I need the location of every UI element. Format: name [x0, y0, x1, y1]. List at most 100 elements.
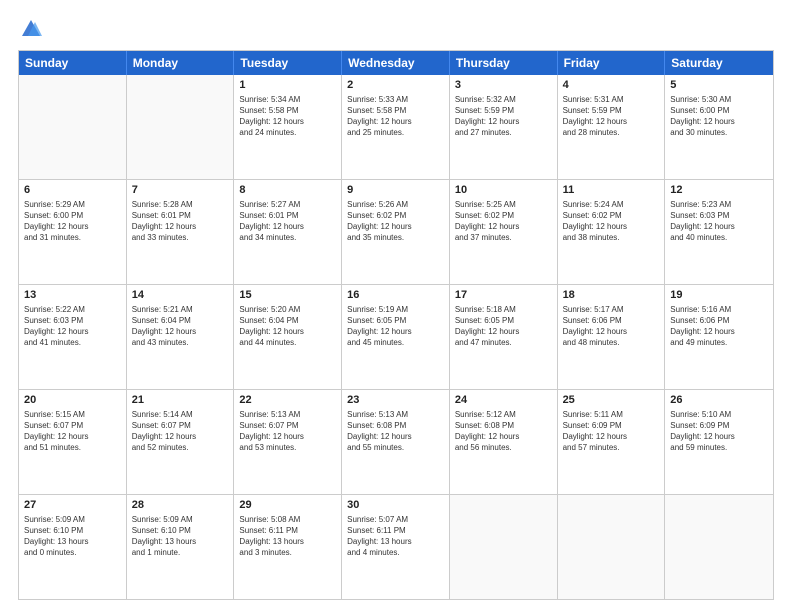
day-number: 19 — [670, 288, 768, 303]
cell-info: Sunrise: 5:13 AM Sunset: 6:07 PM Dayligh… — [239, 409, 336, 454]
cell-info: Sunrise: 5:22 AM Sunset: 6:03 PM Dayligh… — [24, 304, 121, 349]
day-number: 1 — [239, 78, 336, 93]
day-number: 12 — [670, 183, 768, 198]
week-row-2: 13Sunrise: 5:22 AM Sunset: 6:03 PM Dayli… — [19, 284, 773, 389]
cell-info: Sunrise: 5:34 AM Sunset: 5:58 PM Dayligh… — [239, 94, 336, 139]
cal-cell: 29Sunrise: 5:08 AM Sunset: 6:11 PM Dayli… — [234, 495, 342, 599]
cell-info: Sunrise: 5:15 AM Sunset: 6:07 PM Dayligh… — [24, 409, 121, 454]
cell-info: Sunrise: 5:13 AM Sunset: 6:08 PM Dayligh… — [347, 409, 444, 454]
cal-cell: 23Sunrise: 5:13 AM Sunset: 6:08 PM Dayli… — [342, 390, 450, 494]
day-number: 18 — [563, 288, 660, 303]
cal-cell: 10Sunrise: 5:25 AM Sunset: 6:02 PM Dayli… — [450, 180, 558, 284]
day-number: 28 — [132, 498, 229, 513]
cal-cell: 14Sunrise: 5:21 AM Sunset: 6:04 PM Dayli… — [127, 285, 235, 389]
cell-info: Sunrise: 5:17 AM Sunset: 6:06 PM Dayligh… — [563, 304, 660, 349]
cal-cell: 8Sunrise: 5:27 AM Sunset: 6:01 PM Daylig… — [234, 180, 342, 284]
day-number: 30 — [347, 498, 444, 513]
cell-info: Sunrise: 5:11 AM Sunset: 6:09 PM Dayligh… — [563, 409, 660, 454]
day-number: 14 — [132, 288, 229, 303]
day-number: 29 — [239, 498, 336, 513]
day-number: 24 — [455, 393, 552, 408]
day-number: 21 — [132, 393, 229, 408]
cal-cell: 22Sunrise: 5:13 AM Sunset: 6:07 PM Dayli… — [234, 390, 342, 494]
cell-info: Sunrise: 5:10 AM Sunset: 6:09 PM Dayligh… — [670, 409, 768, 454]
day-number: 8 — [239, 183, 336, 198]
cell-info: Sunrise: 5:26 AM Sunset: 6:02 PM Dayligh… — [347, 199, 444, 244]
cell-info: Sunrise: 5:30 AM Sunset: 6:00 PM Dayligh… — [670, 94, 768, 139]
day-number: 26 — [670, 393, 768, 408]
cell-info: Sunrise: 5:12 AM Sunset: 6:08 PM Dayligh… — [455, 409, 552, 454]
day-header-saturday: Saturday — [665, 51, 773, 75]
day-header-wednesday: Wednesday — [342, 51, 450, 75]
day-number: 13 — [24, 288, 121, 303]
cal-cell: 20Sunrise: 5:15 AM Sunset: 6:07 PM Dayli… — [19, 390, 127, 494]
cell-info: Sunrise: 5:19 AM Sunset: 6:05 PM Dayligh… — [347, 304, 444, 349]
calendar-header: SundayMondayTuesdayWednesdayThursdayFrid… — [19, 51, 773, 75]
cal-cell: 13Sunrise: 5:22 AM Sunset: 6:03 PM Dayli… — [19, 285, 127, 389]
cell-info: Sunrise: 5:32 AM Sunset: 5:59 PM Dayligh… — [455, 94, 552, 139]
cell-info: Sunrise: 5:16 AM Sunset: 6:06 PM Dayligh… — [670, 304, 768, 349]
day-number: 17 — [455, 288, 552, 303]
day-number: 2 — [347, 78, 444, 93]
day-header-thursday: Thursday — [450, 51, 558, 75]
cal-cell: 27Sunrise: 5:09 AM Sunset: 6:10 PM Dayli… — [19, 495, 127, 599]
day-header-monday: Monday — [127, 51, 235, 75]
day-number: 23 — [347, 393, 444, 408]
cell-info: Sunrise: 5:33 AM Sunset: 5:58 PM Dayligh… — [347, 94, 444, 139]
cell-info: Sunrise: 5:09 AM Sunset: 6:10 PM Dayligh… — [132, 514, 229, 559]
cell-info: Sunrise: 5:23 AM Sunset: 6:03 PM Dayligh… — [670, 199, 768, 244]
day-number: 20 — [24, 393, 121, 408]
cal-cell: 30Sunrise: 5:07 AM Sunset: 6:11 PM Dayli… — [342, 495, 450, 599]
cell-info: Sunrise: 5:14 AM Sunset: 6:07 PM Dayligh… — [132, 409, 229, 454]
cal-cell: 2Sunrise: 5:33 AM Sunset: 5:58 PM Daylig… — [342, 75, 450, 179]
cal-cell: 19Sunrise: 5:16 AM Sunset: 6:06 PM Dayli… — [665, 285, 773, 389]
cal-cell: 5Sunrise: 5:30 AM Sunset: 6:00 PM Daylig… — [665, 75, 773, 179]
cal-cell: 15Sunrise: 5:20 AM Sunset: 6:04 PM Dayli… — [234, 285, 342, 389]
day-number: 3 — [455, 78, 552, 93]
day-number: 16 — [347, 288, 444, 303]
cal-cell: 11Sunrise: 5:24 AM Sunset: 6:02 PM Dayli… — [558, 180, 666, 284]
day-number: 10 — [455, 183, 552, 198]
cell-info: Sunrise: 5:31 AM Sunset: 5:59 PM Dayligh… — [563, 94, 660, 139]
week-row-0: 1Sunrise: 5:34 AM Sunset: 5:58 PM Daylig… — [19, 75, 773, 179]
cell-info: Sunrise: 5:20 AM Sunset: 6:04 PM Dayligh… — [239, 304, 336, 349]
day-number: 9 — [347, 183, 444, 198]
cal-cell — [558, 495, 666, 599]
cell-info: Sunrise: 5:29 AM Sunset: 6:00 PM Dayligh… — [24, 199, 121, 244]
cal-cell: 6Sunrise: 5:29 AM Sunset: 6:00 PM Daylig… — [19, 180, 127, 284]
cal-cell: 9Sunrise: 5:26 AM Sunset: 6:02 PM Daylig… — [342, 180, 450, 284]
cell-info: Sunrise: 5:21 AM Sunset: 6:04 PM Dayligh… — [132, 304, 229, 349]
week-row-4: 27Sunrise: 5:09 AM Sunset: 6:10 PM Dayli… — [19, 494, 773, 599]
cal-cell: 12Sunrise: 5:23 AM Sunset: 6:03 PM Dayli… — [665, 180, 773, 284]
day-number: 15 — [239, 288, 336, 303]
cal-cell: 4Sunrise: 5:31 AM Sunset: 5:59 PM Daylig… — [558, 75, 666, 179]
cell-info: Sunrise: 5:07 AM Sunset: 6:11 PM Dayligh… — [347, 514, 444, 559]
calendar: SundayMondayTuesdayWednesdayThursdayFrid… — [18, 50, 774, 600]
cal-cell: 1Sunrise: 5:34 AM Sunset: 5:58 PM Daylig… — [234, 75, 342, 179]
cal-cell: 24Sunrise: 5:12 AM Sunset: 6:08 PM Dayli… — [450, 390, 558, 494]
week-row-3: 20Sunrise: 5:15 AM Sunset: 6:07 PM Dayli… — [19, 389, 773, 494]
day-header-friday: Friday — [558, 51, 666, 75]
cal-cell: 3Sunrise: 5:32 AM Sunset: 5:59 PM Daylig… — [450, 75, 558, 179]
cell-info: Sunrise: 5:09 AM Sunset: 6:10 PM Dayligh… — [24, 514, 121, 559]
week-row-1: 6Sunrise: 5:29 AM Sunset: 6:00 PM Daylig… — [19, 179, 773, 284]
cal-cell: 7Sunrise: 5:28 AM Sunset: 6:01 PM Daylig… — [127, 180, 235, 284]
cal-cell: 28Sunrise: 5:09 AM Sunset: 6:10 PM Dayli… — [127, 495, 235, 599]
cell-info: Sunrise: 5:18 AM Sunset: 6:05 PM Dayligh… — [455, 304, 552, 349]
cell-info: Sunrise: 5:27 AM Sunset: 6:01 PM Dayligh… — [239, 199, 336, 244]
day-number: 6 — [24, 183, 121, 198]
day-header-tuesday: Tuesday — [234, 51, 342, 75]
cell-info: Sunrise: 5:28 AM Sunset: 6:01 PM Dayligh… — [132, 199, 229, 244]
cal-cell: 17Sunrise: 5:18 AM Sunset: 6:05 PM Dayli… — [450, 285, 558, 389]
cal-cell — [450, 495, 558, 599]
header — [18, 18, 774, 40]
day-number: 27 — [24, 498, 121, 513]
cell-info: Sunrise: 5:25 AM Sunset: 6:02 PM Dayligh… — [455, 199, 552, 244]
logo — [18, 18, 42, 40]
cal-cell: 21Sunrise: 5:14 AM Sunset: 6:07 PM Dayli… — [127, 390, 235, 494]
day-number: 11 — [563, 183, 660, 198]
cal-cell: 16Sunrise: 5:19 AM Sunset: 6:05 PM Dayli… — [342, 285, 450, 389]
cal-cell: 25Sunrise: 5:11 AM Sunset: 6:09 PM Dayli… — [558, 390, 666, 494]
cal-cell — [19, 75, 127, 179]
day-number: 4 — [563, 78, 660, 93]
